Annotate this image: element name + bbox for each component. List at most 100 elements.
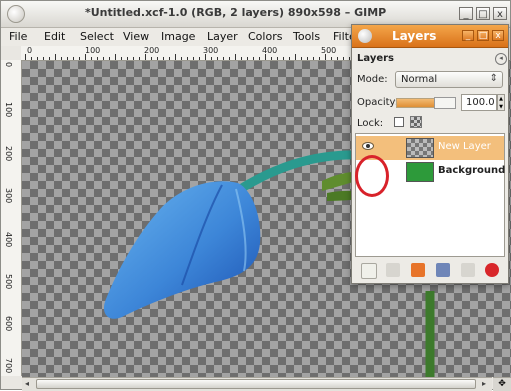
ruler-tick	[169, 57, 170, 60]
teal-stem	[232, 150, 367, 196]
visibility-eye-icon[interactable]	[362, 142, 374, 150]
ruler-tick	[109, 57, 110, 60]
ruler-tick	[229, 57, 230, 60]
ruler-tick	[97, 57, 98, 60]
ruler-tick	[145, 54, 146, 60]
close-button[interactable]: x	[493, 7, 507, 20]
anchor-layer-icon[interactable]	[461, 263, 475, 277]
new-layer-icon[interactable]	[361, 263, 377, 279]
menu-file[interactable]: File	[9, 30, 27, 43]
horizontal-scrollbar[interactable]: ◂ ▸	[22, 377, 492, 391]
ruler-tick	[127, 57, 128, 60]
minimize-button[interactable]: _	[459, 7, 473, 20]
select-arrow-icon: ⇕	[489, 73, 498, 84]
lock-pixels-checkbox[interactable]	[394, 117, 404, 127]
ruler-tick	[61, 57, 62, 60]
opacity-spin-icon[interactable]: ▲ ▼	[497, 94, 505, 111]
ruler-label: 700	[4, 358, 13, 374]
ruler-label: 500	[4, 274, 13, 290]
ruler-tick	[319, 57, 320, 60]
ruler-tick	[259, 57, 260, 60]
ruler-tick	[343, 57, 344, 60]
mode-value: Normal	[401, 74, 438, 85]
dock-maximize-button[interactable]: □	[477, 30, 489, 41]
ruler-tick	[49, 57, 50, 60]
ruler-tick	[217, 57, 218, 60]
ruler-tick	[103, 57, 104, 60]
ruler-tick	[133, 57, 134, 60]
ruler-tick	[187, 57, 188, 60]
red-circle-annotation	[355, 155, 389, 197]
ruler-tick	[37, 57, 38, 60]
ruler-tick	[91, 57, 92, 60]
dock-title-bar[interactable]: Layers _ □ x	[352, 25, 508, 48]
layers-tab-label[interactable]: Layers	[357, 53, 394, 64]
layer-thumbnail	[406, 138, 434, 158]
lock-label: Lock:	[357, 118, 384, 129]
opacity-field[interactable]: 100.0	[461, 94, 497, 111]
ruler-tick	[139, 57, 140, 60]
ruler-tick	[295, 54, 296, 60]
ruler-label: 100	[4, 102, 13, 118]
ruler-tick	[199, 57, 200, 60]
menu-edit[interactable]: Edit	[44, 30, 65, 43]
mode-label: Mode:	[357, 74, 388, 85]
menu-tools[interactable]: Tools	[293, 30, 320, 43]
menu-layer[interactable]: Layer	[207, 30, 238, 43]
ruler-tick	[283, 57, 284, 60]
ruler-tick	[157, 57, 158, 60]
dock-minimize-button[interactable]: _	[462, 30, 474, 41]
ruler-tick	[55, 54, 56, 60]
menu-image[interactable]: Image	[161, 30, 195, 43]
ruler-tick	[31, 57, 32, 60]
window-title: *Untitled.xcf-1.0 (RGB, 2 layers) 890x59…	[85, 6, 387, 19]
ruler-label: 100	[85, 46, 101, 55]
ruler-tick	[43, 57, 44, 60]
navigate-icon[interactable]: ✥	[493, 377, 511, 391]
dock-app-icon[interactable]	[358, 29, 372, 43]
ruler-tick	[277, 57, 278, 60]
tab-menu-icon[interactable]: ◂	[495, 53, 507, 65]
ruler-label: 500	[321, 46, 337, 55]
delete-layer-icon[interactable]	[485, 263, 499, 277]
ruler-tick	[313, 57, 314, 60]
scroll-right-icon[interactable]: ▸	[482, 379, 486, 388]
ruler-tick	[79, 57, 80, 60]
dock-close-button[interactable]: x	[492, 30, 504, 41]
ruler-tick	[175, 54, 176, 60]
ruler-label: 600	[4, 316, 13, 332]
ruler-tick	[337, 57, 338, 60]
ruler-tick	[193, 57, 194, 60]
ruler-tick	[25, 54, 26, 60]
menu-view[interactable]: View	[123, 30, 149, 43]
gimp-app-icon[interactable]	[7, 5, 25, 23]
ruler-tick	[301, 57, 302, 60]
ruler-tick	[121, 57, 122, 60]
ruler-tick	[163, 57, 164, 60]
opacity-slider-handle[interactable]	[434, 97, 456, 109]
lock-alpha-icon[interactable]	[410, 116, 422, 128]
ruler-label: 0	[4, 62, 13, 68]
ruler-tick	[67, 57, 68, 60]
ruler-tick	[235, 54, 236, 60]
lower-layer-icon[interactable]	[411, 263, 425, 277]
mode-select[interactable]: Normal ⇕	[395, 71, 503, 88]
menu-colors[interactable]: Colors	[248, 30, 282, 43]
vertical-ruler[interactable]: 0 100 200 300 400 500 600 700	[1, 60, 22, 376]
duplicate-layer-icon[interactable]	[436, 263, 450, 277]
ruler-tick	[205, 54, 206, 60]
ruler-tick	[151, 57, 152, 60]
layer-name[interactable]: New Layer	[438, 141, 491, 152]
scroll-left-icon[interactable]: ◂	[25, 379, 29, 388]
ruler-tick	[85, 54, 86, 60]
ruler-tick	[271, 57, 272, 60]
ruler-tick	[73, 57, 74, 60]
ruler-label: 0	[27, 46, 33, 55]
layer-thumbnail	[406, 162, 434, 182]
menu-select[interactable]: Select	[80, 30, 114, 43]
scrollbar-thumb[interactable]	[36, 379, 476, 389]
ruler-tick	[247, 57, 248, 60]
layer-name[interactable]: Background	[438, 165, 505, 176]
raise-layer-icon[interactable]	[386, 263, 400, 277]
maximize-button[interactable]: □	[476, 7, 490, 20]
